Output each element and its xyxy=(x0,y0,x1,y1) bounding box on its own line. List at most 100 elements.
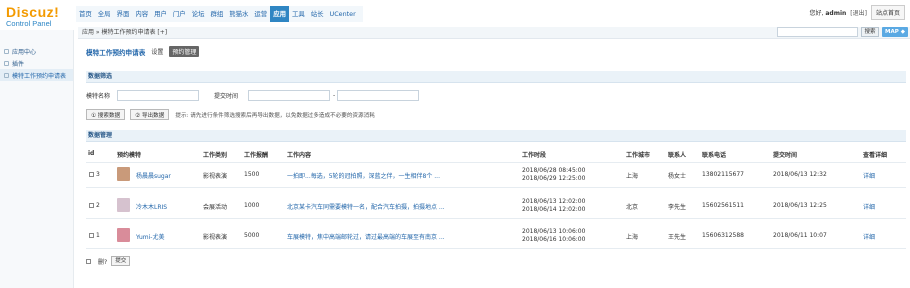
nav-item[interactable]: 熊猫水 xyxy=(226,6,251,22)
contact-phone: 15602561511 xyxy=(702,202,744,209)
site-home-button[interactable]: 站点首页 xyxy=(870,5,905,20)
nav-item[interactable]: 站长 xyxy=(308,6,327,22)
tab-booking-management[interactable]: 预约管理 xyxy=(169,46,200,57)
bottom-row: 删? 提交 xyxy=(86,256,131,266)
date-dash: - xyxy=(333,92,336,99)
tip-text: 提示: 请先进行条件筛选搜索后再导出数据，以免数据过多造成不必要的资源消耗 xyxy=(175,112,375,119)
row-id: 2 xyxy=(96,202,100,209)
work-content: 一拍即...每选，5轮的冠拍照，深蓝之伴，一生相伴8个 ... xyxy=(287,173,440,180)
work-time-start: 2018/06/28 08:45:00 xyxy=(522,167,586,174)
nav-item[interactable]: 运营 xyxy=(251,6,270,22)
nav-item[interactable]: 论坛 xyxy=(189,6,208,22)
model-name-label: 模特名称 xyxy=(86,93,111,100)
work-pay: 1500 xyxy=(244,171,260,178)
table-header-cell: 预约模特 xyxy=(117,152,142,159)
table-header-cell: 提交时间 xyxy=(773,152,798,159)
logo-sub: Control Panel xyxy=(6,19,52,28)
map-button[interactable]: MAP ◆ xyxy=(882,27,908,37)
sidebar-item[interactable]: 模特工作预约申请表 xyxy=(0,69,73,81)
work-time-start: 2018/06/13 10:06:00 xyxy=(522,228,586,235)
nav-item[interactable]: 群组 xyxy=(207,6,226,22)
row-id: 3 xyxy=(96,171,100,178)
row-checkbox[interactable] xyxy=(89,172,94,177)
submit-time-label: 提交时间 xyxy=(214,93,239,100)
submit-time: 2018/06/13 12:25 xyxy=(773,202,827,209)
nav-item[interactable]: 应用 xyxy=(270,6,289,22)
table-divider xyxy=(86,248,906,249)
logout-link[interactable]: [退出] xyxy=(850,8,867,17)
nav-item[interactable]: 内容 xyxy=(132,6,151,22)
sidebar: 应用中心插件 模特工作预约申请表 xyxy=(0,30,74,288)
nav-item[interactable]: 全局 xyxy=(95,6,114,22)
table-header-cell: 工作内容 xyxy=(287,152,312,159)
contact-phone: 13802115677 xyxy=(702,171,744,178)
nav-item[interactable]: 工具 xyxy=(289,6,308,22)
model-name-input[interactable] xyxy=(117,90,200,101)
work-city: 上海 xyxy=(626,173,639,180)
work-city: 北京 xyxy=(626,204,639,211)
row-checkbox[interactable] xyxy=(89,233,94,238)
submit-button[interactable]: 提交 xyxy=(111,256,131,266)
nav-item[interactable]: 用户 xyxy=(151,6,170,22)
row-id: 1 xyxy=(96,232,100,239)
delete-label: 删? xyxy=(98,258,108,266)
sidebar-item-label: 应用中心 xyxy=(12,48,37,56)
work-time-start: 2018/06/13 12:02:00 xyxy=(522,198,586,205)
work-time-end: 2018/06/14 12:02:00 xyxy=(522,206,586,213)
user-name: admin xyxy=(825,10,847,17)
work-type: 会展活动 xyxy=(203,204,228,211)
end-time-input[interactable] xyxy=(337,90,420,101)
sidebar-bullet-icon xyxy=(4,48,9,54)
top-nav: 首页 全局 界面 内容 用户 门户 论坛 群组 熊猫水 运营 应用 工具 站长 UCenter xyxy=(76,6,363,22)
user-bar: 您好, admin [退出] 站点首页 xyxy=(810,5,905,20)
model-name-link[interactable]: 杨晨晨sugar xyxy=(136,171,171,180)
detail-link[interactable]: 详细 xyxy=(863,232,875,241)
filter-section-header: 数据筛选 xyxy=(86,71,906,83)
work-content: 北京某卡汽车同需要模特一名，配合汽车拍摄，拍摄地点 ... xyxy=(287,204,445,211)
row-checkbox[interactable] xyxy=(89,203,94,208)
table-header-cell: 联系人 xyxy=(668,152,687,159)
nav-item[interactable]: 门户 xyxy=(170,6,189,22)
title-bar: 模特工作预约申请表 设置 预约管理 xyxy=(86,46,200,57)
search-data-button[interactable]: ① 搜索数据 xyxy=(86,109,126,120)
sidebar-item[interactable]: 插件 xyxy=(0,57,73,69)
table-header-cell: 工作报酬 xyxy=(244,152,269,159)
user-greeting: 您好, admin xyxy=(809,10,847,17)
search-button[interactable]: 搜索 xyxy=(861,27,879,37)
table-header-cell: 查看详细 xyxy=(863,152,888,159)
work-time-end: 2018/06/29 12:25:00 xyxy=(522,175,586,182)
work-time-end: 2018/06/16 10:06:00 xyxy=(522,236,586,243)
nav-item[interactable]: UCenter xyxy=(327,6,359,22)
delete-checkbox[interactable] xyxy=(86,258,91,264)
header: Discuz! Control Panel 首页 全局 界面 内容 用户 门户 论坛 群组 熊猫… xyxy=(0,0,910,30)
contact-phone: 15606312588 xyxy=(702,232,744,239)
sidebar-bullet-icon xyxy=(4,60,9,66)
contact-name: 杨女士 xyxy=(668,173,687,180)
nav-item[interactable]: 首页 xyxy=(76,6,95,22)
model-avatar[interactable] xyxy=(117,228,130,242)
sidebar-item[interactable]: 应用中心 xyxy=(0,45,73,57)
model-name-link[interactable]: 冷木木LRIS xyxy=(136,202,167,211)
detail-link[interactable]: 详细 xyxy=(863,202,875,211)
model-avatar[interactable] xyxy=(117,167,130,181)
export-data-button[interactable]: ② 导出数据 xyxy=(130,109,170,120)
work-type: 影视表演 xyxy=(203,234,228,241)
tab-settings[interactable]: 设置 xyxy=(151,47,163,56)
manage-section-header: 数据管理 xyxy=(86,130,906,142)
sidebar-bullet-icon xyxy=(4,72,9,78)
detail-link[interactable]: 详细 xyxy=(863,171,875,180)
model-avatar[interactable] xyxy=(117,198,130,212)
search-input[interactable] xyxy=(777,27,858,37)
table-header-cell: id xyxy=(88,150,95,157)
logo: Discuz! Control Panel xyxy=(6,4,59,28)
model-name-link[interactable]: Yumi-尤美 xyxy=(136,232,164,241)
submit-time: 2018/06/13 12:32 xyxy=(773,171,827,178)
submit-time: 2018/06/11 10:07 xyxy=(773,232,827,239)
contact-name: 李先生 xyxy=(668,204,687,211)
table-header-cell: 工作类别 xyxy=(203,152,228,159)
start-time-input[interactable] xyxy=(248,90,331,101)
sidebar-item-label: 插件 xyxy=(12,60,25,68)
nav-item[interactable]: 界面 xyxy=(114,6,133,22)
table-header-cell: 工作城市 xyxy=(626,152,651,159)
action-row: ① 搜索数据 ② 导出数据 提示: 请先进行条件筛选搜索后再导出数据，以免数据过… xyxy=(86,109,375,120)
